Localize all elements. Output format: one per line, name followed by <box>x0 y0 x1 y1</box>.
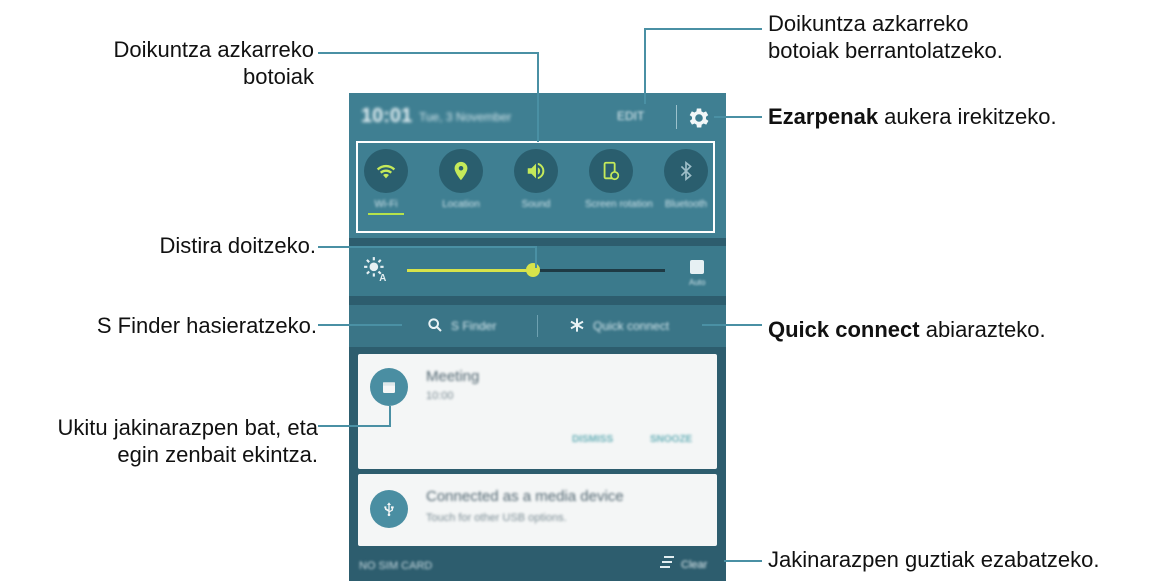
notification-card[interactable]: Connected as a media device Touch for ot… <box>358 474 717 546</box>
leader-line <box>724 560 762 562</box>
leader-line <box>389 406 391 427</box>
usb-icon <box>370 490 408 528</box>
search-icon[interactable] <box>427 317 443 333</box>
auto-brightness-label: Auto <box>689 278 706 287</box>
brightness-slider-fill <box>407 269 533 272</box>
notification-card[interactable]: Meeting 10:00 DISMISS SNOOZE <box>358 354 717 469</box>
clear-all-icon[interactable] <box>659 555 675 569</box>
quick-connect-button[interactable]: Quick connect <box>593 319 669 333</box>
brightness-slider-thumb[interactable] <box>526 263 540 277</box>
callout-rearrange: Doikuntza azkarreko botoiak berrantolatz… <box>768 11 1003 63</box>
divider <box>537 315 538 337</box>
callout-clear-all: Jakinarazpen guztiak ezabatzeko. <box>768 547 1100 572</box>
divider <box>676 105 677 129</box>
quick-settings-highlight <box>356 141 715 233</box>
sfinder-button[interactable]: S Finder <box>451 319 496 333</box>
callout-notification: Ukitu jakinarazpen bat, eta egin zenbait… <box>57 415 319 467</box>
clear-button[interactable]: Clear <box>681 559 707 571</box>
calendar-icon <box>370 368 408 406</box>
quick-connect-icon[interactable] <box>569 317 585 333</box>
callout-settings: Ezarpenak aukera irekitzeko. <box>768 103 1057 130</box>
notification-title: Meeting <box>426 368 480 385</box>
callout-brightness: Distira doitzeko. <box>159 233 316 258</box>
edit-button[interactable]: EDIT <box>617 109 644 123</box>
callout-settings-rest: aukera irekitzeko. <box>878 104 1057 129</box>
auto-brightness-checkbox[interactable] <box>690 260 704 274</box>
leader-line <box>318 52 538 54</box>
notification-panel: 10:01 Tue, 3 November EDIT Wi-Fi Locatio… <box>349 93 726 581</box>
brightness-auto-icon: A <box>364 257 386 282</box>
callout-sfinder: S Finder hasieratzeko. <box>96 313 317 338</box>
dismiss-button[interactable]: DISMISS <box>572 434 613 445</box>
notification-subtitle: Touch for other USB options. <box>426 512 567 524</box>
leader-line <box>644 28 762 30</box>
callout-quick-connect: Quick connect abiarazteko. <box>768 316 1046 343</box>
leader-line <box>537 52 539 142</box>
leader-line <box>644 28 646 104</box>
status-time: 10:01 <box>361 105 413 127</box>
leader-line <box>702 324 762 326</box>
gear-icon[interactable] <box>686 105 712 131</box>
leader-line <box>318 324 402 326</box>
status-date: Tue, 3 November <box>419 110 512 124</box>
snooze-button[interactable]: SNOOZE <box>650 434 692 445</box>
leader-line <box>535 246 537 268</box>
leader-line <box>318 246 536 248</box>
callout-qc-bold: Quick connect <box>768 317 920 342</box>
svg-text:A: A <box>379 273 386 282</box>
callout-settings-bold: Ezarpenak <box>768 104 879 129</box>
notification-title: Connected as a media device <box>426 488 624 505</box>
carrier-text: NO SIM CARD <box>359 560 433 572</box>
callout-qc-rest: abiarazteko. <box>919 317 1046 342</box>
leader-line <box>318 425 390 427</box>
leader-line <box>714 116 762 118</box>
notification-subtitle: 10:00 <box>426 390 454 402</box>
callout-quick-buttons: Doikuntza azkarreko botoiak <box>113 37 314 89</box>
